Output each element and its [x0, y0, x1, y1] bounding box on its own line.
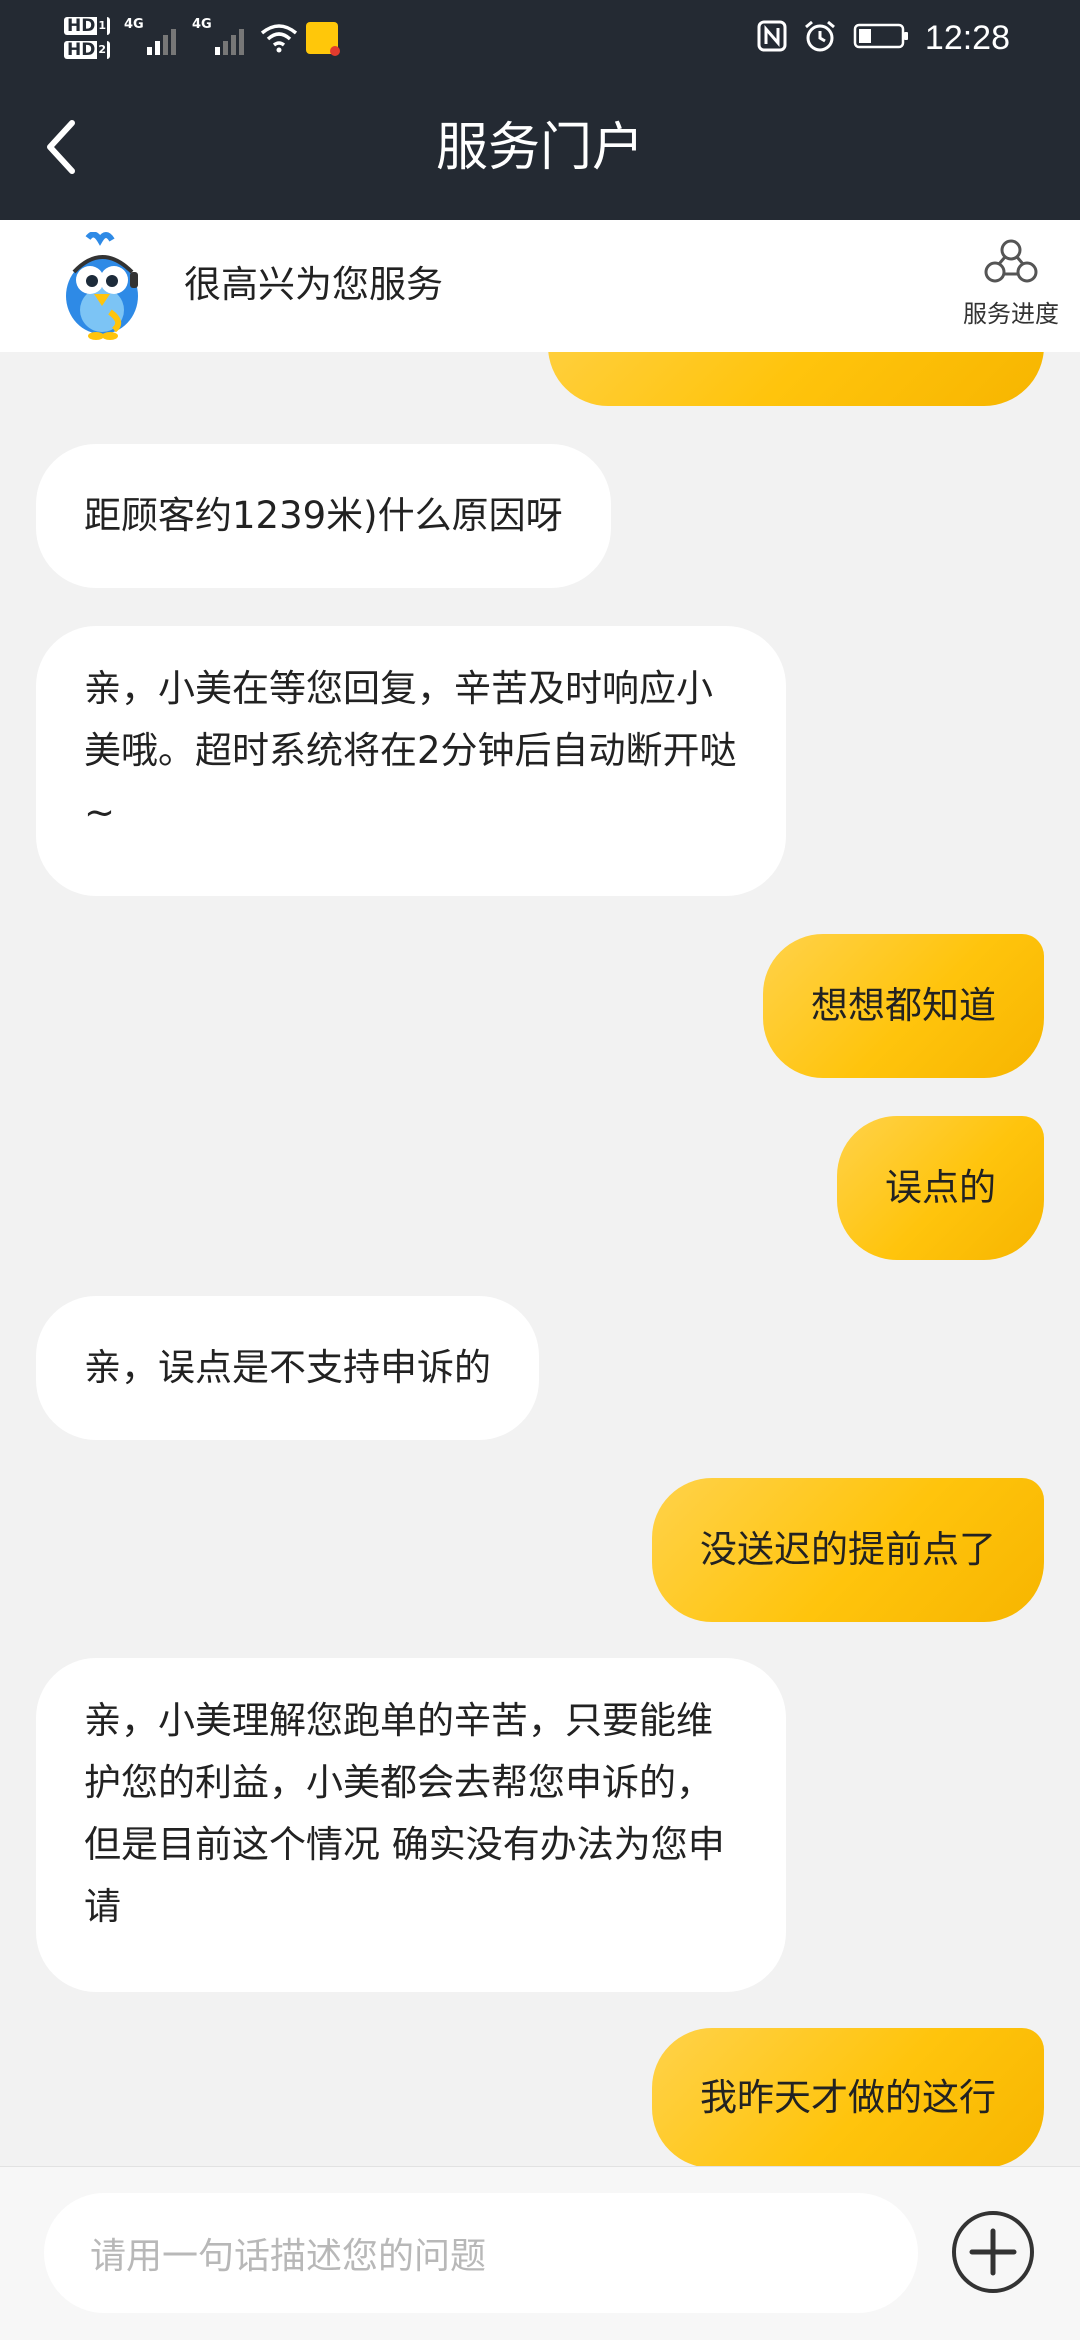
- service-progress-button[interactable]: 服务进度: [956, 238, 1066, 329]
- app-notification-icon: [306, 22, 340, 56]
- bird-avatar-icon: [54, 231, 150, 342]
- clock: 12:28: [924, 18, 1010, 57]
- wifi-icon: [260, 23, 298, 53]
- progress-nodes-icon: [984, 239, 1038, 283]
- nav-bar: 服务门户: [0, 74, 1080, 220]
- service-progress-label: 服务进度: [963, 300, 1059, 328]
- service-header: 很高兴为您服务 服务进度: [0, 220, 1080, 352]
- message-bubble-outgoing: 我昨天才做的这行: [652, 2028, 1044, 2166]
- plus-icon: [952, 2211, 1034, 2293]
- add-attachment-button[interactable]: [950, 2209, 1036, 2295]
- signal-1-icon: 4G: [124, 17, 176, 55]
- message-bubble-incoming: 亲，小美在等您回复，辛苦及时响应小美哦。超时系统将在2分钟后自动断开哒~: [36, 626, 786, 896]
- status-bar: HD 1 HD 2 4G 4G 12:28: [0, 0, 1080, 74]
- page-title: 服务门户: [435, 118, 644, 178]
- message-bubble-incoming: 距顾客约1239米)什么原因呀: [36, 444, 611, 588]
- message-input[interactable]: 请用一句话描述您的问题: [44, 2193, 918, 2313]
- message-bubble-incoming: 亲，误点是不支持申诉的: [36, 1296, 539, 1440]
- signal-2-icon: 4G: [192, 17, 244, 55]
- welcome-text: 很高兴为您服务: [184, 263, 443, 306]
- hd-indicator-2: HD 2: [64, 41, 110, 59]
- message-bubble-outgoing: 没送迟的提前点了: [652, 1478, 1044, 1622]
- message-input-placeholder: 请用一句话描述您的问题: [90, 2236, 487, 2277]
- nfc-icon: [757, 20, 787, 56]
- input-bar: 请用一句话描述您的问题: [0, 2166, 1080, 2340]
- message-bubble-outgoing: [548, 352, 1044, 406]
- message-bubble-incoming: 亲，小美理解您跑单的辛苦，只要能维护您的利益，小美都会去帮您申诉的，但是目前这个…: [36, 1658, 786, 1992]
- alarm-icon: [803, 19, 837, 57]
- status-right-icons: 12:28: [757, 10, 1010, 66]
- chat-area[interactable]: 距顾客约1239米)什么原因呀 亲，小美在等您回复，辛苦及时响应小美哦。超时系统…: [0, 352, 1080, 2166]
- battery-icon: [853, 22, 909, 54]
- message-bubble-outgoing: 误点的: [837, 1116, 1044, 1260]
- hd-indicators: HD 1 HD 2: [64, 17, 110, 59]
- hd-indicator-1: HD 1: [64, 17, 110, 35]
- message-bubble-outgoing: 想想都知道: [763, 934, 1044, 1078]
- status-left-icons: HD 1 HD 2 4G 4G: [64, 10, 340, 66]
